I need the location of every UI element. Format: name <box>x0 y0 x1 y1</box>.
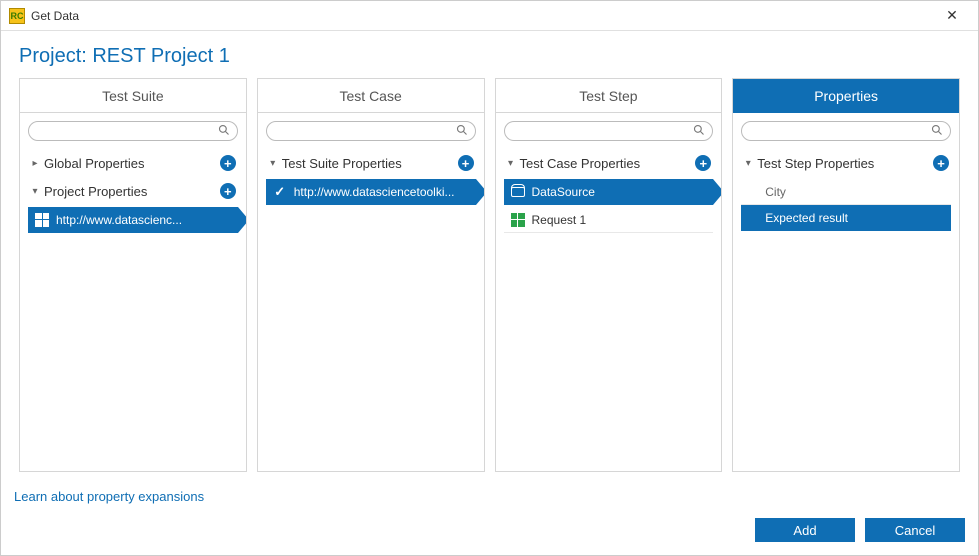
test-case-item-label: http://www.datasciencetoolki... <box>294 185 472 199</box>
chevron-down-icon: ▾ <box>506 158 516 169</box>
title-bar: RC Get Data ✕ <box>1 1 978 31</box>
chevron-down-icon: ▾ <box>30 186 40 197</box>
search-input-test-suite[interactable] <box>28 121 238 141</box>
main-area: Project: REST Project 1 Test Suite ▸ Glo… <box>1 31 978 472</box>
test-step-item-datasource[interactable]: DataSource <box>504 179 714 205</box>
column-header-test-step: Test Step <box>496 79 722 113</box>
datasource-icon <box>510 184 526 200</box>
search-input-test-case[interactable] <box>266 121 476 141</box>
project-icon <box>34 212 50 228</box>
search-wrap-test-step <box>504 121 714 141</box>
chevron-down-icon: ▾ <box>268 158 278 169</box>
add-test-step-property-button[interactable]: + <box>933 155 949 171</box>
add-button[interactable]: Add <box>755 518 855 542</box>
column-test-step: Test Step ▾ Test Case Properties + DataS… <box>495 78 723 472</box>
app-icon: RC <box>9 8 25 24</box>
group-test-suite-properties[interactable]: ▾ Test Suite Properties + <box>266 151 476 175</box>
column-header-properties: Properties <box>733 79 959 113</box>
request-icon <box>510 212 526 228</box>
group-label: Project Properties <box>44 184 220 199</box>
search-wrap-properties <box>741 121 951 141</box>
column-properties: Properties ▾ Test Step Properties + City <box>732 78 960 472</box>
test-step-item-label: Request 1 <box>532 213 710 227</box>
window-title: Get Data <box>31 9 934 23</box>
column-header-test-suite: Test Suite <box>20 79 246 113</box>
search-input-properties[interactable] <box>741 121 951 141</box>
search-input-test-step[interactable] <box>504 121 714 141</box>
column-body-properties: ▾ Test Step Properties + City Expected r… <box>733 113 959 471</box>
add-global-property-button[interactable]: + <box>220 155 236 171</box>
close-icon: ✕ <box>946 7 958 24</box>
group-label: Global Properties <box>44 156 220 171</box>
add-test-case-property-button[interactable]: + <box>695 155 711 171</box>
columns: Test Suite ▸ Global Properties + ▾ Proje… <box>19 78 960 472</box>
group-label: Test Case Properties <box>520 156 696 171</box>
property-item-city[interactable]: City <box>741 179 951 205</box>
add-project-property-button[interactable]: + <box>220 183 236 199</box>
close-button[interactable]: ✕ <box>934 2 970 30</box>
chevron-down-icon: ▾ <box>743 158 753 169</box>
footer: Learn about property expansions Add Canc… <box>14 489 965 542</box>
column-test-suite: Test Suite ▸ Global Properties + ▾ Proje… <box>19 78 247 472</box>
group-label: Test Step Properties <box>757 156 933 171</box>
column-body-test-case: ▾ Test Suite Properties + ✓ http://www.d… <box>258 113 484 471</box>
test-step-item-request[interactable]: Request 1 <box>504 207 714 233</box>
footer-buttons: Add Cancel <box>14 518 965 542</box>
property-item-label: Expected result <box>765 211 848 225</box>
learn-link[interactable]: Learn about property expansions <box>14 489 204 504</box>
project-title: Project: REST Project 1 <box>19 45 960 68</box>
column-body-test-suite: ▸ Global Properties + ▾ Project Properti… <box>20 113 246 471</box>
group-global-properties[interactable]: ▸ Global Properties + <box>28 151 238 175</box>
group-test-step-properties[interactable]: ▾ Test Step Properties + <box>741 151 951 175</box>
column-header-test-case: Test Case <box>258 79 484 113</box>
test-suite-item[interactable]: http://www.datascienc... <box>28 207 238 233</box>
cancel-button[interactable]: Cancel <box>865 518 965 542</box>
test-suite-item-label: http://www.datascienc... <box>56 213 234 227</box>
test-case-item[interactable]: ✓ http://www.datasciencetoolki... <box>266 179 476 205</box>
column-body-test-step: ▾ Test Case Properties + DataSource Requ… <box>496 113 722 471</box>
group-label: Test Suite Properties <box>282 156 458 171</box>
property-item-label: City <box>765 185 786 199</box>
group-test-case-properties[interactable]: ▾ Test Case Properties + <box>504 151 714 175</box>
search-wrap-test-case <box>266 121 476 141</box>
test-step-item-label: DataSource <box>532 185 710 199</box>
property-item-expected-result[interactable]: Expected result <box>741 205 951 231</box>
column-test-case: Test Case ▾ Test Suite Properties + ✓ ht… <box>257 78 485 472</box>
search-wrap-test-suite <box>28 121 238 141</box>
group-project-properties[interactable]: ▾ Project Properties + <box>28 179 238 203</box>
check-icon: ✓ <box>272 184 288 200</box>
add-test-suite-property-button[interactable]: + <box>458 155 474 171</box>
chevron-right-icon: ▸ <box>30 158 40 169</box>
